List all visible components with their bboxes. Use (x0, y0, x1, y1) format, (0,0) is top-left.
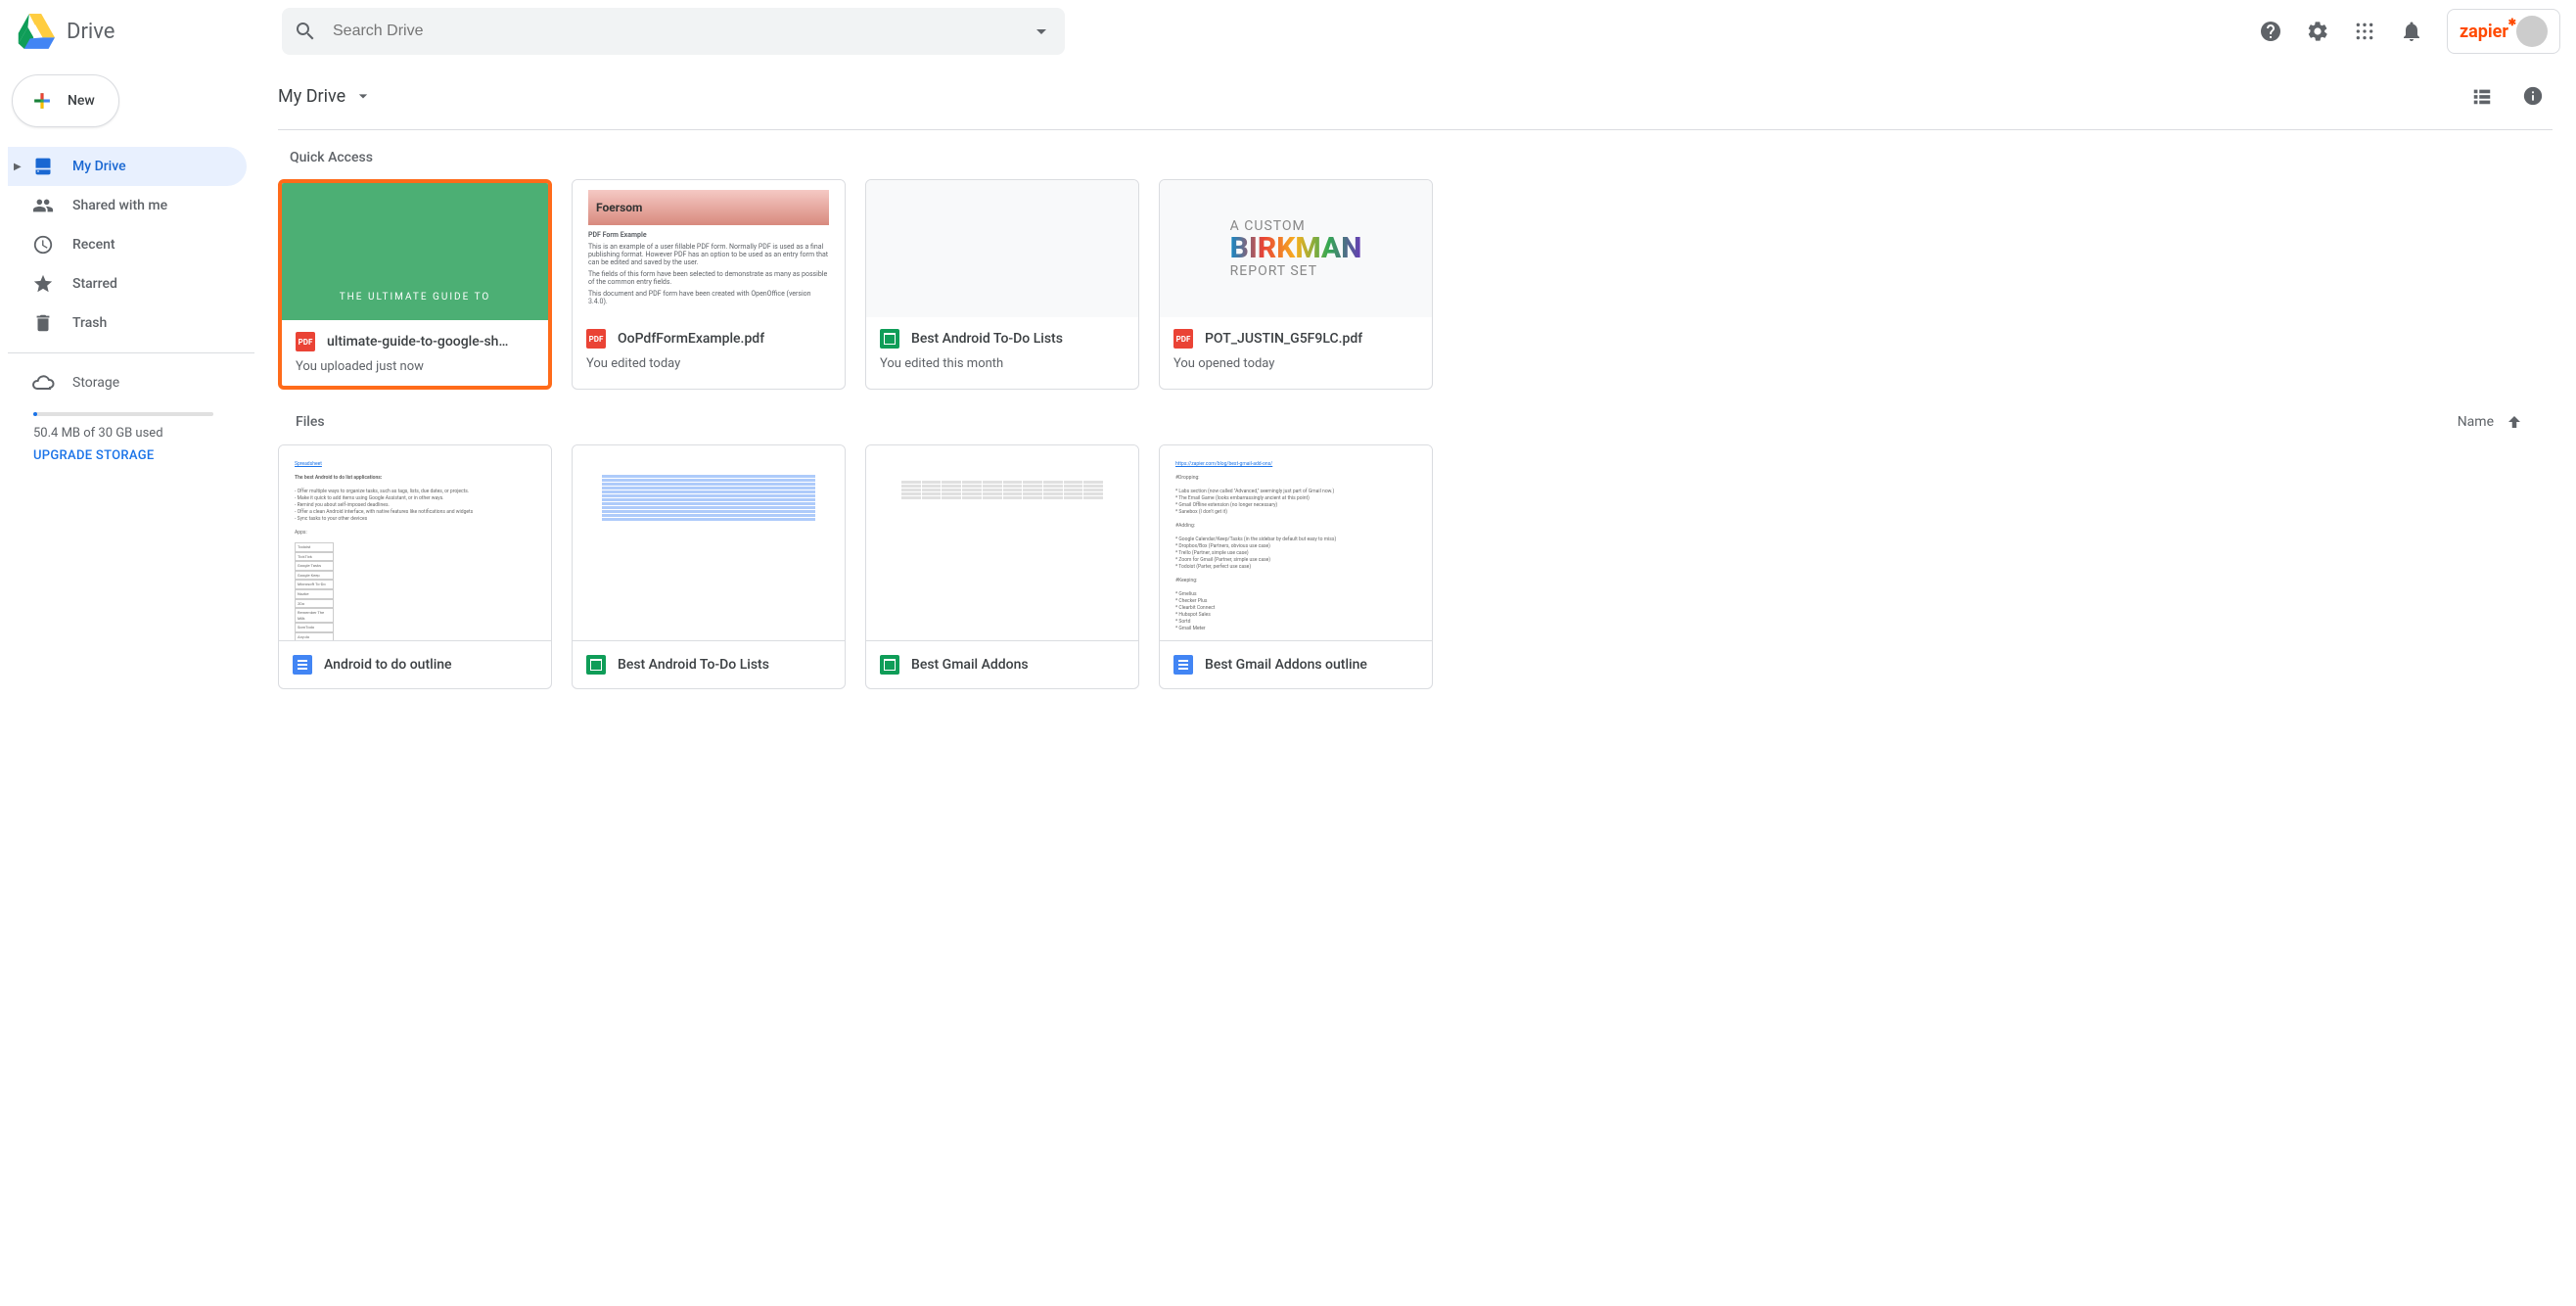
file-preview (573, 445, 845, 641)
arrow-up-icon (2506, 413, 2523, 431)
help-icon[interactable] (2251, 12, 2290, 51)
file-title: POT_JUSTIN_G5F9LC.pdf (1205, 331, 1362, 347)
drive-logo-icon (16, 12, 55, 51)
logo-area[interactable]: Drive (16, 12, 282, 51)
files-heading: Files (296, 414, 325, 430)
file-subtitle: You uploaded just now (296, 359, 534, 374)
list-view-icon[interactable] (2462, 76, 2502, 116)
sidebar-item-label: Starred (72, 276, 117, 292)
file-card[interactable]: Best Gmail Addons (865, 444, 1139, 689)
user-avatar[interactable] (2516, 16, 2548, 47)
sheets-icon (586, 655, 606, 675)
info-icon[interactable] (2513, 76, 2553, 116)
trash-icon (31, 311, 55, 335)
drive-icon (31, 155, 55, 178)
storage-label-text: Storage (72, 375, 119, 391)
quick-access-card[interactable]: A CUSTOM BIRKMAN REPORT SET PDF POT_JUST… (1159, 179, 1433, 390)
expand-arrow-icon[interactable]: ▶ (14, 162, 22, 172)
file-card[interactable]: https://zapier.com/blog/best-gmail-add-o… (1159, 444, 1433, 689)
sidebar-item-my-drive[interactable]: ▶ My Drive (8, 147, 247, 186)
cloud-icon (31, 371, 55, 395)
file-subtitle: You edited today (586, 356, 831, 371)
search-input[interactable] (333, 23, 1030, 40)
file-preview: Spreadsheet The best Android to do list … (279, 445, 551, 641)
storage-used-text: 50.4 MB of 30 GB used (33, 426, 231, 441)
storage-section: Storage 50.4 MB of 30 GB used UPGRADE ST… (8, 363, 254, 471)
file-preview (866, 445, 1138, 641)
settings-icon[interactable] (2298, 12, 2337, 51)
header-actions: zapier✱ (2231, 9, 2560, 54)
chevron-down-icon (353, 86, 373, 106)
zapier-label: zapier✱ (2460, 22, 2508, 42)
file-preview: A CUSTOM BIRKMAN REPORT SET (1160, 180, 1432, 317)
file-subtitle: You opened today (1173, 356, 1418, 371)
zapier-chip[interactable]: zapier✱ (2447, 9, 2560, 54)
file-preview (866, 180, 1138, 317)
files-header: Files Name (278, 413, 2553, 431)
file-title: Android to do outline (324, 657, 452, 673)
sidebar-item-trash[interactable]: Trash (8, 303, 247, 343)
sidebar-item-label: My Drive (72, 159, 126, 174)
quick-access-heading: Quick Access (290, 150, 2553, 165)
file-title: Best Gmail Addons (911, 657, 1029, 673)
sort-label: Name (2458, 414, 2494, 430)
pdf-icon: PDF (586, 329, 606, 349)
sidebar-divider (8, 352, 254, 353)
breadcrumb-root: My Drive (278, 86, 345, 107)
app-header: Drive zapier✱ (0, 0, 2576, 63)
sidebar-item-label: Trash (72, 315, 107, 331)
pdf-icon: PDF (296, 332, 315, 351)
breadcrumb-row: My Drive (278, 63, 2553, 130)
file-subtitle: You edited this month (880, 356, 1125, 371)
sheets-icon (880, 329, 899, 349)
file-preview: Foersom PDF Form Example This is an exam… (573, 180, 845, 317)
upgrade-storage-link[interactable]: UPGRADE STORAGE (33, 448, 231, 463)
docs-icon (293, 655, 312, 675)
notifications-icon[interactable] (2392, 12, 2431, 51)
storage-bar (33, 412, 213, 416)
sidebar: New ▶ My Drive Shared with me Recent (0, 63, 254, 713)
search-options-icon[interactable] (1030, 20, 1053, 43)
quick-access-card[interactable]: THE ULTIMATE GUIDE TO PDF ultimate-guide… (278, 179, 552, 390)
app-title: Drive (67, 20, 115, 44)
pdf-icon: PDF (1173, 329, 1193, 349)
sheets-icon (880, 655, 899, 675)
file-card[interactable]: Spreadsheet The best Android to do list … (278, 444, 552, 689)
view-toggles (2462, 76, 2553, 116)
file-title: Best Android To-Do Lists (618, 657, 769, 673)
sort-control[interactable]: Name (2458, 413, 2553, 431)
people-icon (31, 194, 55, 217)
new-button-label: New (68, 93, 95, 109)
sidebar-item-storage[interactable]: Storage (31, 371, 231, 395)
file-card[interactable]: Best Android To-Do Lists (572, 444, 846, 689)
sidebar-item-label: Shared with me (72, 198, 167, 213)
file-preview: https://zapier.com/blog/best-gmail-add-o… (1160, 445, 1432, 641)
file-preview: THE ULTIMATE GUIDE TO (282, 183, 548, 320)
file-title: Best Gmail Addons outline (1205, 657, 1367, 673)
quick-access-card[interactable]: Best Android To-Do Lists You edited this… (865, 179, 1139, 390)
new-button[interactable]: New (12, 74, 119, 127)
apps-icon[interactable] (2345, 12, 2384, 51)
search-bar[interactable] (282, 8, 1065, 55)
docs-icon (1173, 655, 1193, 675)
sidebar-item-starred[interactable]: Starred (8, 264, 247, 303)
file-title: ultimate-guide-to-google-sh… (327, 334, 508, 350)
clock-icon (31, 233, 55, 257)
search-icon (294, 20, 317, 43)
main-content: My Drive Quick Access THE ULTIMATE (254, 63, 2576, 713)
quick-access-card[interactable]: Foersom PDF Form Example This is an exam… (572, 179, 846, 390)
sidebar-item-recent[interactable]: Recent (8, 225, 247, 264)
quick-access-grid: THE ULTIMATE GUIDE TO PDF ultimate-guide… (278, 179, 2553, 390)
sidebar-item-shared[interactable]: Shared with me (8, 186, 247, 225)
file-title: Best Android To-Do Lists (911, 331, 1063, 347)
star-icon (31, 272, 55, 296)
file-title: OoPdfFormExample.pdf (618, 331, 764, 347)
plus-icon (28, 87, 56, 115)
breadcrumb[interactable]: My Drive (278, 86, 373, 107)
files-grid: Spreadsheet The best Android to do list … (278, 444, 2553, 689)
sidebar-item-label: Recent (72, 237, 115, 253)
